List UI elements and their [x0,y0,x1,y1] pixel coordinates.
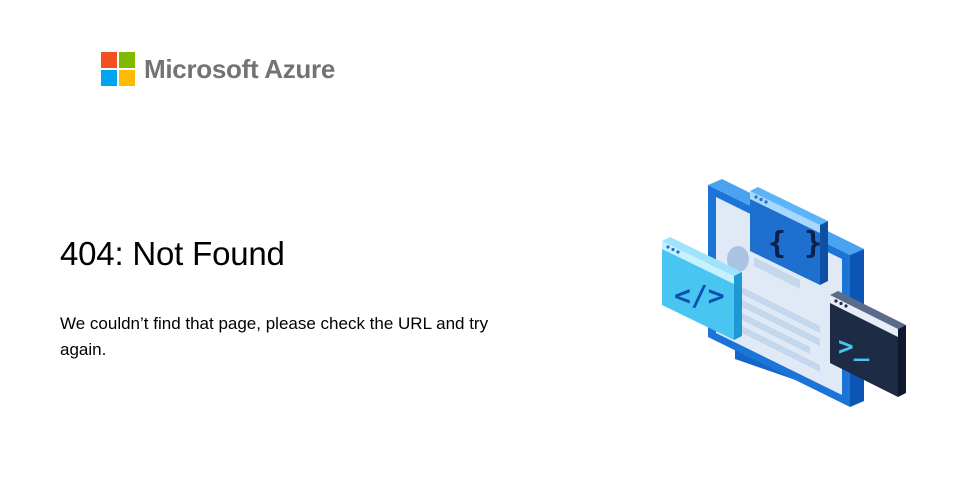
microsoft-logo-icon [101,52,135,86]
brand-name: Microsoft Azure [144,54,335,84]
logo-green-square [119,52,135,68]
computer-code-illustration: { } </> >_ [662,179,906,407]
error-title: 404: Not Found [60,235,285,272]
terminal-prompt-icon: >_ [838,332,870,362]
brand-header: Microsoft Azure [101,52,335,86]
logo-yellow-square [119,70,135,86]
logo-red-square [101,52,117,68]
page: Microsoft Azure 404: Not Found We couldn… [0,0,974,490]
code-brackets-icon: </> [674,279,725,312]
error-message: We couldn’t find that page, please check… [60,314,489,359]
logo-blue-square [101,70,117,86]
curly-braces-icon: { } [768,226,822,261]
